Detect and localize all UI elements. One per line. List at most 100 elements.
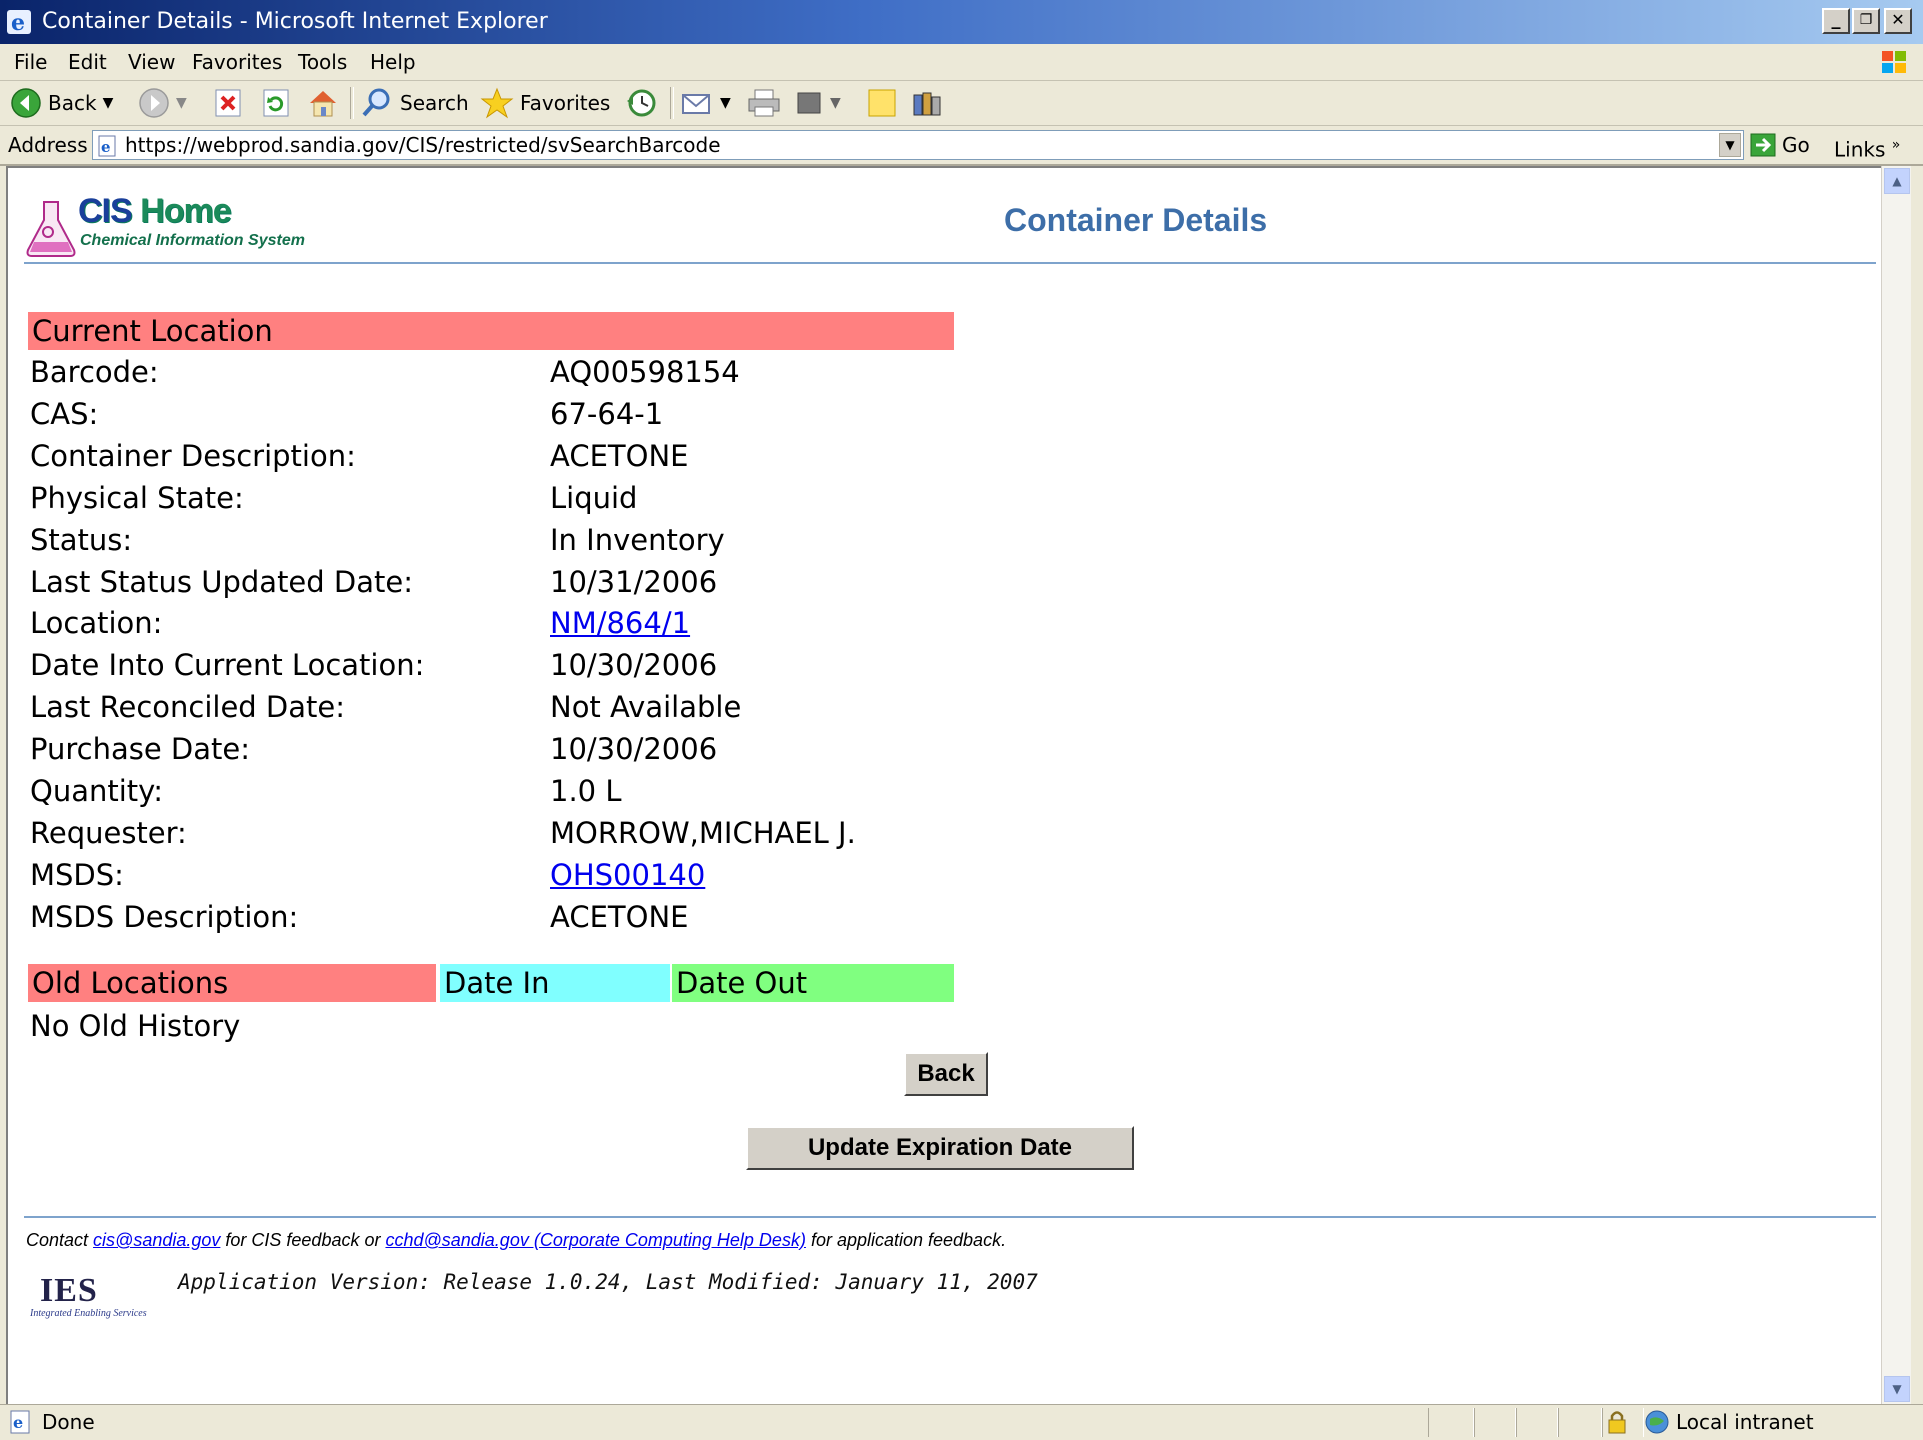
- detail-value: 10/30/2006: [550, 732, 718, 767]
- back-label: Back: [48, 91, 97, 115]
- home-icon: [310, 91, 336, 117]
- help-desk-link[interactable]: cchd@sandia.gov (Corporate Computing Hel…: [385, 1230, 805, 1250]
- vertical-scrollbar[interactable]: ▲ ▼: [1881, 166, 1911, 1404]
- svg-text:e: e: [13, 1413, 23, 1432]
- search-label: Search: [400, 91, 469, 115]
- footer-divider: [24, 1216, 1876, 1218]
- links-button[interactable]: Links »: [1834, 132, 1900, 163]
- lock-icon: [1608, 1411, 1626, 1434]
- restore-button[interactable]: ❐: [1852, 8, 1880, 34]
- detail-label: MSDS:: [30, 857, 124, 892]
- ies-logo-subtitle: Integrated Enabling Services: [30, 1308, 147, 1319]
- go-button[interactable]: Go: [1750, 132, 1810, 158]
- menu-favorites[interactable]: Favorites: [192, 44, 282, 80]
- cis-email-link[interactable]: cis@sandia.gov: [93, 1230, 220, 1250]
- menu-file[interactable]: File: [14, 44, 47, 80]
- cis-home-logo[interactable]: CIS Home Chemical Information System: [24, 192, 384, 257]
- update-expiration-date-button[interactable]: Update Expiration Date: [746, 1126, 1134, 1170]
- header-divider: [24, 262, 1876, 264]
- footer-contact: Contact cis@sandia.gov for CIS feedback …: [26, 1230, 1006, 1251]
- detail-label: MSDS Description:: [30, 899, 299, 934]
- detail-label: Physical State:: [30, 480, 244, 515]
- scroll-up-icon[interactable]: ▲: [1884, 168, 1910, 194]
- scroll-down-icon[interactable]: ▼: [1884, 1376, 1910, 1402]
- detail-value: 10/31/2006: [550, 564, 718, 599]
- minimize-button[interactable]: _: [1822, 8, 1850, 34]
- contact-prefix: Contact: [26, 1230, 94, 1250]
- back-page-button[interactable]: Back: [904, 1052, 988, 1096]
- page-icon: e: [98, 135, 116, 157]
- detail-label: Barcode:: [30, 355, 159, 389]
- detail-value-link[interactable]: NM/864/1: [550, 603, 690, 643]
- menu-view[interactable]: View: [128, 44, 175, 80]
- detail-label: Purchase Date:: [30, 732, 250, 767]
- internet-explorer-icon: e: [7, 10, 31, 35]
- back-arrow-icon: [11, 88, 41, 118]
- favorites-button[interactable]: Favorites: [480, 85, 610, 121]
- forward-dropdown-icon[interactable]: ▼: [176, 95, 187, 111]
- favorites-star-icon: [480, 87, 514, 119]
- detail-label: Requester:: [30, 815, 187, 850]
- close-button[interactable]: ✕: [1884, 8, 1912, 34]
- detail-value: ACETONE: [550, 899, 689, 934]
- contact-suffix: for application feedback.: [805, 1230, 1007, 1250]
- menu-tools[interactable]: Tools: [298, 44, 347, 80]
- forward-arrow-icon: [139, 88, 169, 118]
- search-button[interactable]: Search: [360, 85, 469, 121]
- detail-label: Container Description:: [30, 438, 356, 473]
- stop-button[interactable]: [214, 85, 242, 121]
- local-intranet-icon: [1645, 1410, 1669, 1434]
- cis-title-cis: CIS: [78, 192, 133, 230]
- detail-value: Liquid: [550, 480, 638, 515]
- home-button[interactable]: [306, 85, 340, 121]
- status-bar: e Done Local intranet: [0, 1404, 1923, 1440]
- address-url: https://webprod.sandia.gov/CIS/restricte…: [125, 133, 721, 157]
- research-button[interactable]: [910, 85, 944, 121]
- mail-icon: [682, 94, 710, 114]
- refresh-button[interactable]: [262, 85, 290, 121]
- address-dropdown-icon[interactable]: ▼: [1719, 133, 1741, 157]
- detail-label: CAS:: [30, 396, 99, 431]
- note-icon: [868, 89, 896, 117]
- detail-value: AQ00598154: [550, 355, 740, 389]
- application-version: Application Version: Release 1.0.24, Las…: [178, 1270, 1038, 1294]
- detail-value: 10/30/2006: [550, 648, 718, 683]
- address-input[interactable]: e https://webprod.sandia.gov/CIS/restric…: [92, 130, 1744, 160]
- svg-text:e: e: [101, 138, 111, 156]
- history-button[interactable]: [624, 85, 658, 121]
- current-location-heading: Current Location: [28, 312, 954, 350]
- cis-home-subtitle: Chemical Information System: [80, 232, 305, 249]
- detail-label: Date Into Current Location:: [30, 648, 425, 683]
- favorites-label: Favorites: [520, 91, 611, 115]
- cis-home-title: CIS Home: [78, 192, 232, 231]
- chevron-right-icon: »: [1891, 137, 1901, 153]
- print-button[interactable]: [746, 85, 782, 121]
- menu-bar: File Edit View Favorites Tools Help: [0, 44, 1923, 81]
- standard-toolbar: Back ▼ ▼ Search Favorites ▼ ▼: [0, 81, 1923, 126]
- edit-page-icon: [797, 92, 821, 114]
- page-done-icon: e: [10, 1410, 30, 1434]
- edit-button[interactable]: ▼: [794, 85, 841, 121]
- status-cell-1: [1428, 1408, 1474, 1437]
- mail-button[interactable]: ▼: [680, 85, 731, 121]
- no-history-text: No Old History: [30, 1009, 241, 1043]
- discuss-button[interactable]: [866, 85, 898, 121]
- back-dropdown-icon[interactable]: ▼: [103, 95, 114, 111]
- date-out-header: Date Out: [672, 964, 954, 1002]
- ies-logo-text: IES: [40, 1272, 98, 1309]
- forward-button[interactable]: ▼: [138, 85, 187, 121]
- menu-help[interactable]: Help: [370, 44, 416, 80]
- detail-value-link[interactable]: OHS00140: [550, 855, 705, 895]
- mail-dropdown-icon[interactable]: ▼: [720, 95, 731, 111]
- address-bar: Address e https://webprod.sandia.gov/CIS…: [0, 126, 1923, 166]
- back-button[interactable]: Back ▼: [10, 85, 113, 121]
- edit-dropdown-icon[interactable]: ▼: [830, 95, 841, 111]
- search-icon: [362, 88, 390, 117]
- date-in-header: Date In: [440, 964, 670, 1002]
- menu-edit[interactable]: Edit: [68, 44, 107, 80]
- window-title-bar[interactable]: e Container Details - Microsoft Internet…: [0, 0, 1923, 44]
- address-label: Address: [8, 133, 88, 157]
- svg-text:e: e: [11, 10, 25, 35]
- detail-label: Location:: [30, 606, 163, 641]
- detail-label: Last Reconciled Date:: [30, 690, 345, 725]
